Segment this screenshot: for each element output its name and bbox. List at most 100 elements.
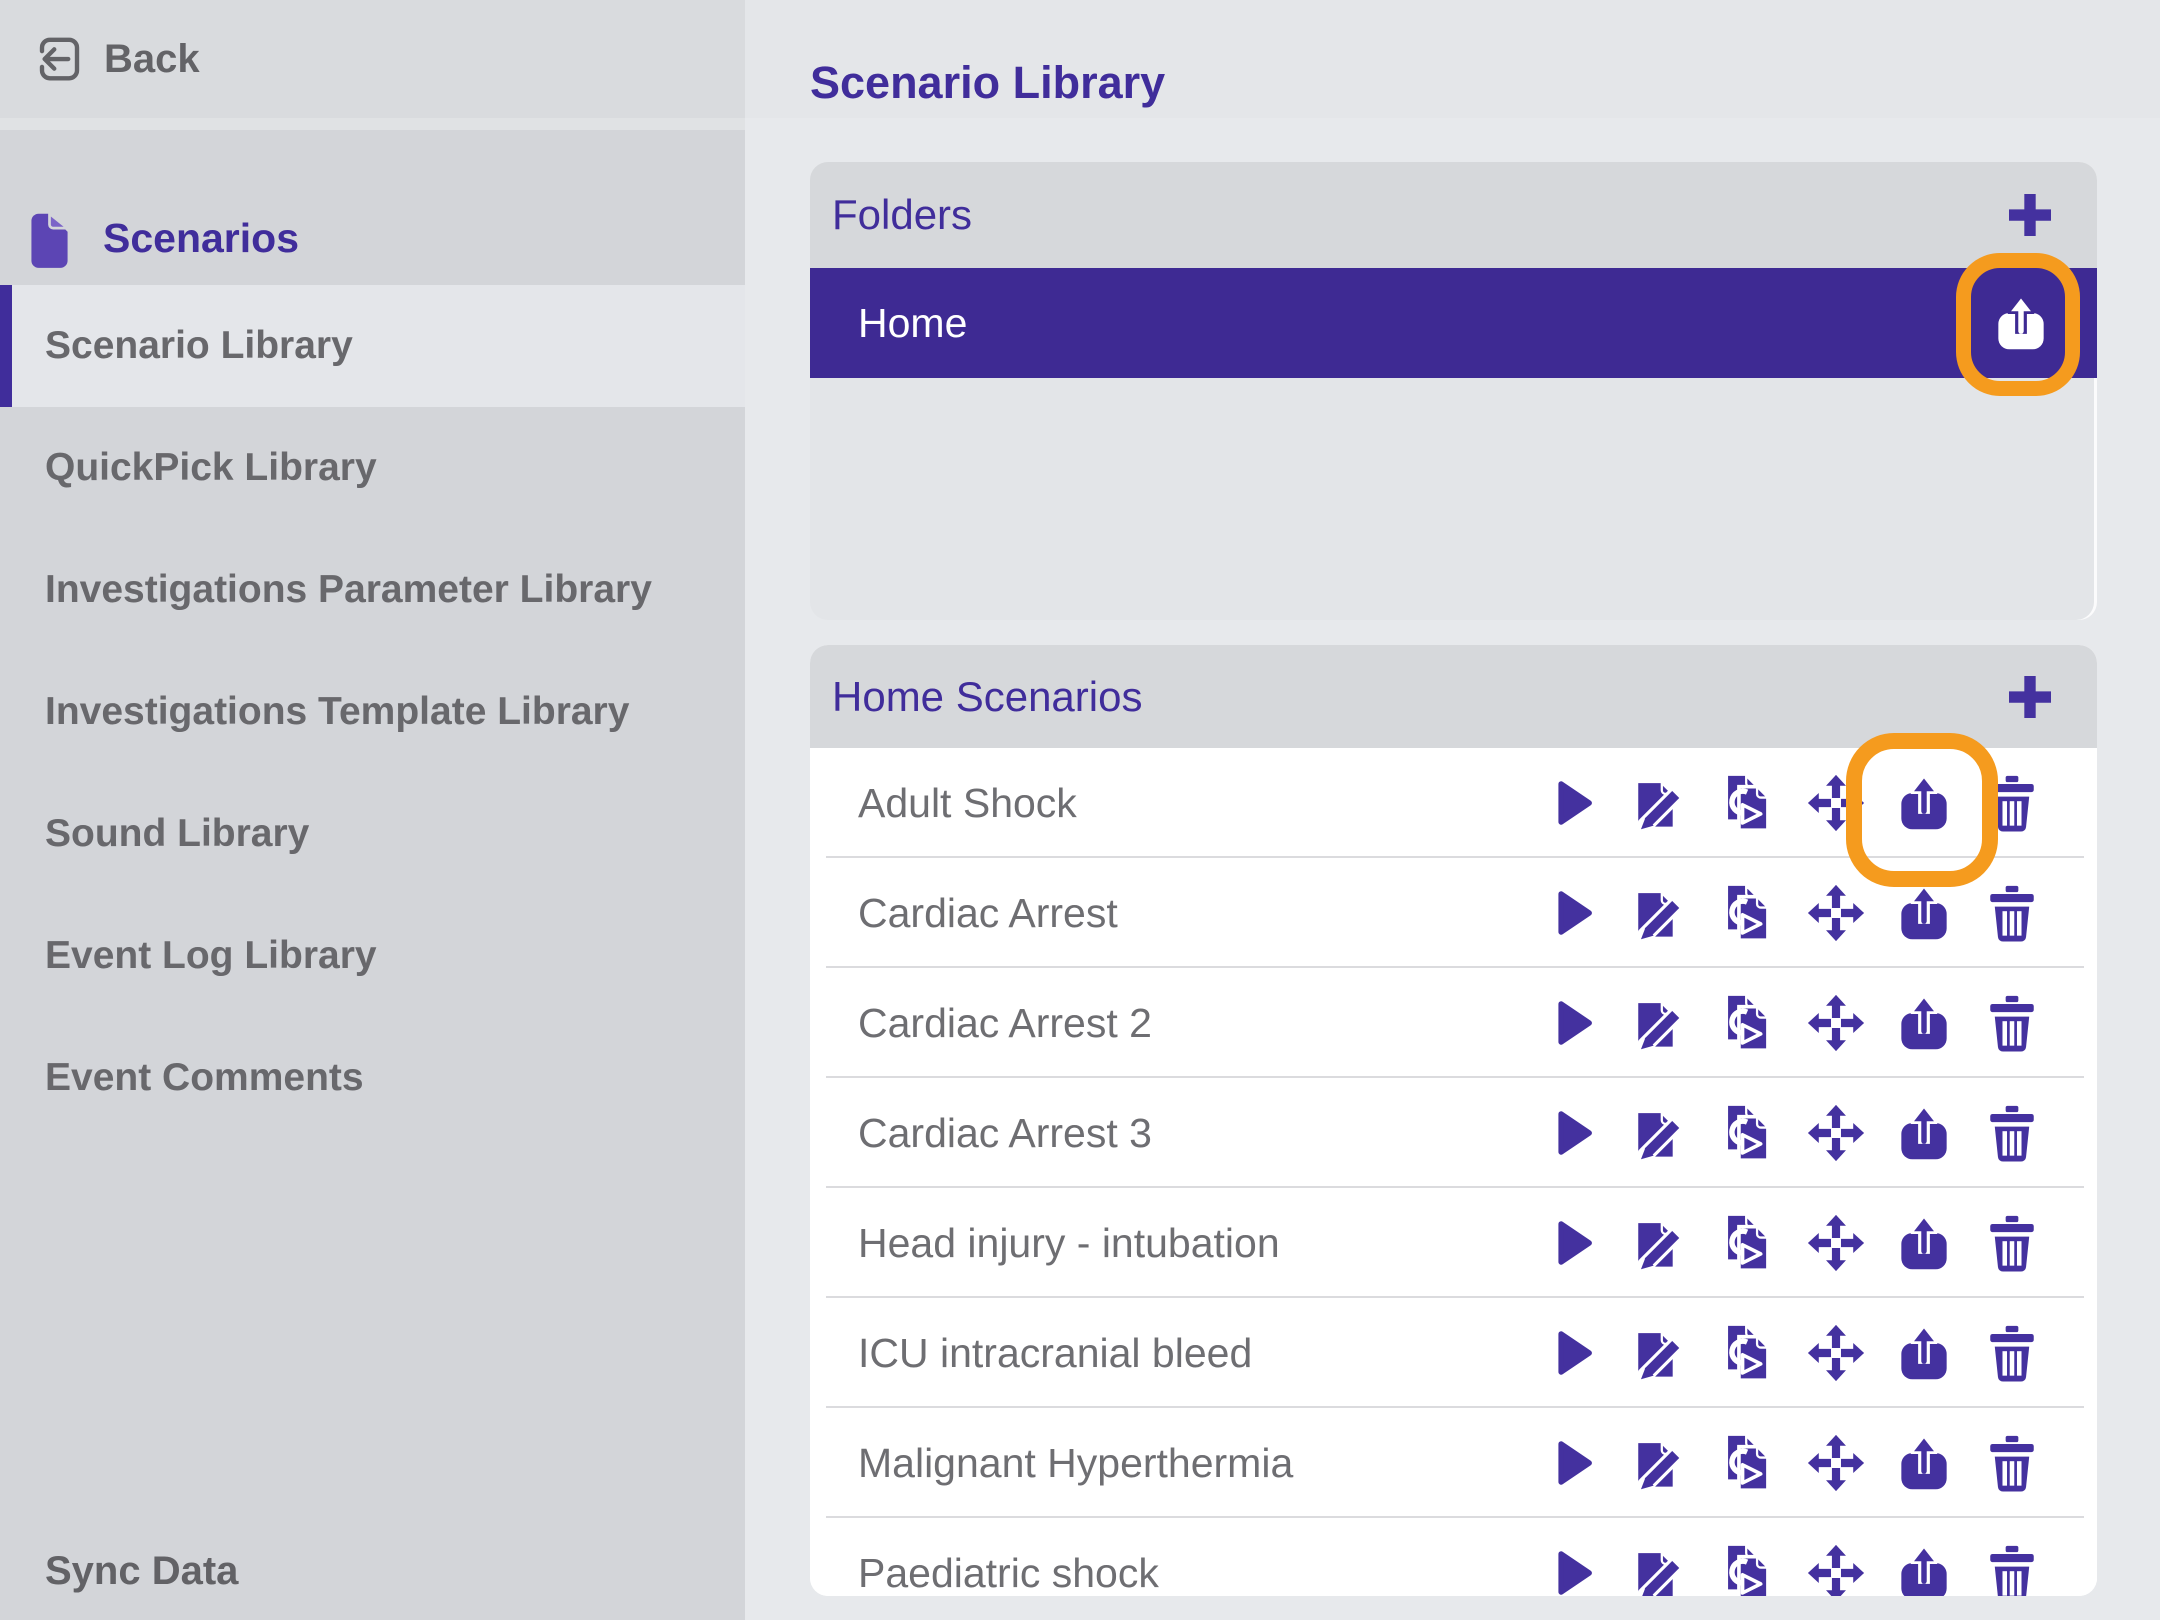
sidebar-item-event-log-library[interactable]: Event Log Library xyxy=(0,895,745,1017)
play-icon xyxy=(1543,1324,1601,1382)
move-button[interactable] xyxy=(1807,774,1865,832)
trash-icon xyxy=(1983,1434,2041,1492)
share-button[interactable] xyxy=(1895,1434,1953,1492)
play-button[interactable] xyxy=(1543,774,1601,832)
home-scenarios-panel: Home Scenarios Adult Shock Cardiac Arres… xyxy=(810,645,2097,1596)
edit-icon xyxy=(1631,994,1689,1052)
play-button[interactable] xyxy=(1543,1214,1601,1272)
edit-icon xyxy=(1631,1214,1689,1272)
delete-button[interactable] xyxy=(1983,774,2041,832)
sidebar-item-scenario-library[interactable]: Scenario Library xyxy=(0,285,745,407)
row-actions xyxy=(1543,1544,2041,1596)
play-button[interactable] xyxy=(1543,1544,1601,1596)
edit-button[interactable] xyxy=(1631,1214,1689,1272)
delete-button[interactable] xyxy=(1983,1214,2041,1272)
edit-icon xyxy=(1631,1324,1689,1382)
scenario-row-icu-intracranial-bleed: ICU intracranial bleed xyxy=(810,1298,2097,1408)
share-button[interactable] xyxy=(1895,1544,1953,1596)
sidebar-item-investigations-template-library[interactable]: Investigations Template Library xyxy=(0,651,745,773)
sidebar-item-investigations-parameter-library[interactable]: Investigations Parameter Library xyxy=(0,529,745,651)
duplicate-button[interactable] xyxy=(1719,774,1777,832)
move-icon xyxy=(1807,1214,1865,1272)
sidebar-item-label: Event Log Library xyxy=(45,934,377,978)
scenario-row-head-injury-intubation: Head injury - intubation xyxy=(810,1188,2097,1298)
play-button[interactable] xyxy=(1543,1434,1601,1492)
duplicate-button[interactable] xyxy=(1719,1104,1777,1162)
home-scenarios-header: Home Scenarios xyxy=(810,645,2097,748)
edit-button[interactable] xyxy=(1631,884,1689,942)
add-scenario-button[interactable] xyxy=(2002,669,2058,725)
play-button[interactable] xyxy=(1543,1104,1601,1162)
duplicate-button[interactable] xyxy=(1719,1434,1777,1492)
play-button[interactable] xyxy=(1543,994,1601,1052)
scenario-label: Cardiac Arrest xyxy=(858,890,1118,937)
move-icon xyxy=(1807,1434,1865,1492)
sidebar-item-quickpick-library[interactable]: QuickPick Library xyxy=(0,407,745,529)
folder-label: Home xyxy=(858,300,967,347)
home-folder-share-button[interactable] xyxy=(1992,294,2050,352)
edit-button[interactable] xyxy=(1631,1544,1689,1596)
sidebar-item-label: Scenario Library xyxy=(45,324,353,368)
delete-button[interactable] xyxy=(1983,884,2041,942)
move-button[interactable] xyxy=(1807,1544,1865,1596)
play-button[interactable] xyxy=(1543,1324,1601,1382)
row-actions xyxy=(1543,884,2041,942)
move-button[interactable] xyxy=(1807,1324,1865,1382)
folder-row-home[interactable]: Home xyxy=(810,268,2097,378)
play-icon xyxy=(1543,774,1601,832)
scenario-row-cardiac-arrest: Cardiac Arrest xyxy=(810,858,2097,968)
play-icon xyxy=(1543,1544,1601,1596)
scenario-row-malignant-hyperthermia: Malignant Hyperthermia xyxy=(810,1408,2097,1518)
sidebar: Back Scenarios Scenario Library QuickPic… xyxy=(0,0,745,1620)
move-button[interactable] xyxy=(1807,994,1865,1052)
share-icon xyxy=(1895,994,1953,1052)
adult-shock-share-button[interactable] xyxy=(1895,774,1953,832)
edit-button[interactable] xyxy=(1631,1104,1689,1162)
duplicate-button[interactable] xyxy=(1719,884,1777,942)
plus-icon xyxy=(2002,187,2058,243)
sidebar-item-label: Investigations Parameter Library xyxy=(45,568,652,612)
share-button[interactable] xyxy=(1895,1324,1953,1382)
duplicate-icon xyxy=(1719,1324,1777,1382)
back-button[interactable]: Back xyxy=(0,0,745,118)
main-content: Scenario Library Folders Home Home Scena… xyxy=(745,0,2160,1620)
duplicate-button[interactable] xyxy=(1719,1544,1777,1596)
share-button[interactable] xyxy=(1895,994,1953,1052)
share-button[interactable] xyxy=(1895,1104,1953,1162)
edit-button[interactable] xyxy=(1631,774,1689,832)
back-icon xyxy=(28,31,84,87)
move-button[interactable] xyxy=(1807,1434,1865,1492)
duplicate-button[interactable] xyxy=(1719,1214,1777,1272)
move-button[interactable] xyxy=(1807,1104,1865,1162)
share-button[interactable] xyxy=(1895,884,1953,942)
delete-button[interactable] xyxy=(1983,1324,2041,1382)
edit-icon xyxy=(1631,1544,1689,1596)
duplicate-button[interactable] xyxy=(1719,994,1777,1052)
move-icon xyxy=(1807,994,1865,1052)
delete-button[interactable] xyxy=(1983,1434,2041,1492)
duplicate-icon xyxy=(1719,1104,1777,1162)
row-actions xyxy=(1543,1324,2041,1382)
sidebar-item-event-comments[interactable]: Event Comments xyxy=(0,1017,745,1139)
row-actions xyxy=(1543,1214,2041,1272)
edit-button[interactable] xyxy=(1631,1324,1689,1382)
sidebar-item-sync-data[interactable]: Sync Data xyxy=(0,1522,745,1620)
trash-icon xyxy=(1983,994,2041,1052)
sidebar-item-label: QuickPick Library xyxy=(45,446,377,490)
share-button[interactable] xyxy=(1895,1214,1953,1272)
delete-button[interactable] xyxy=(1983,994,2041,1052)
move-button[interactable] xyxy=(1807,884,1865,942)
scenario-label: Paediatric shock xyxy=(858,1550,1159,1597)
edit-button[interactable] xyxy=(1631,1434,1689,1492)
play-icon xyxy=(1543,884,1601,942)
move-button[interactable] xyxy=(1807,1214,1865,1272)
scenario-label: ICU intracranial bleed xyxy=(858,1330,1252,1377)
play-button[interactable] xyxy=(1543,884,1601,942)
delete-button[interactable] xyxy=(1983,1104,2041,1162)
duplicate-icon xyxy=(1719,884,1777,942)
add-folder-button[interactable] xyxy=(2002,187,2058,243)
sidebar-item-sound-library[interactable]: Sound Library xyxy=(0,773,745,895)
duplicate-button[interactable] xyxy=(1719,1324,1777,1382)
edit-button[interactable] xyxy=(1631,994,1689,1052)
delete-button[interactable] xyxy=(1983,1544,2041,1596)
